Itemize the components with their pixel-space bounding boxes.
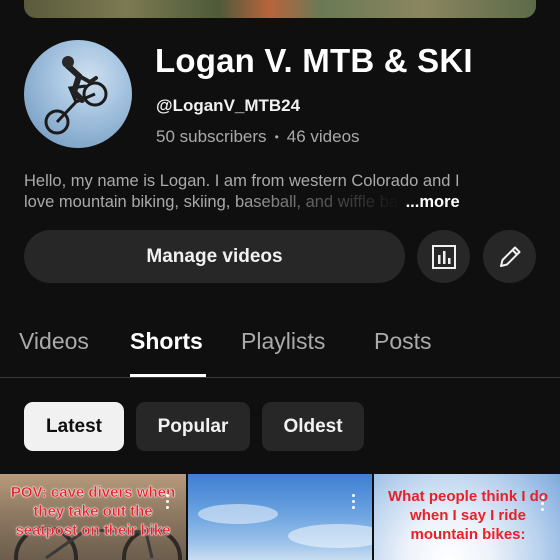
channel-stats: 50 subscribers • 46 videos [156,127,360,147]
short-thumbnail-3[interactable]: What people think I do when I say I ride… [374,474,560,560]
more-link[interactable]: ...more [406,192,460,213]
pencil-icon [499,246,520,267]
more-options-icon[interactable] [352,494,356,510]
more-options-icon[interactable] [166,494,170,510]
description-line-1: Hello, my name is Logan. I am from weste… [24,172,460,190]
analytics-button[interactable] [417,230,470,283]
edit-channel-button[interactable] [483,230,536,283]
description-line-2: love mountain biking, skiing, baseball, … [24,193,402,211]
active-tab-indicator [130,374,206,377]
tab-videos[interactable]: Videos [19,328,89,355]
short-thumbnail-1[interactable]: POV: cave divers when they take out the … [0,474,186,560]
channel-description[interactable]: Hello, my name is Logan. I am from weste… [24,171,544,213]
short-thumbnail-2[interactable] [188,474,372,560]
filter-latest[interactable]: Latest [24,402,124,451]
subscriber-count: 50 subscribers [156,127,267,146]
channel-tabs: Videos Shorts Playlists Posts [0,318,560,378]
bar-chart-icon [431,244,456,269]
filter-oldest[interactable]: Oldest [262,402,364,451]
tab-posts[interactable]: Posts [374,328,432,355]
channel-banner[interactable] [24,0,536,18]
channel-name: Logan V. MTB & SKI [155,42,473,79]
avatar-image [44,56,108,135]
video-count: 46 videos [286,127,360,146]
tab-shorts[interactable]: Shorts [130,328,203,355]
filter-popular[interactable]: Popular [136,402,250,451]
channel-handle: @LoganV_MTB24 [156,96,301,115]
landscape-image [198,504,372,548]
short-caption-3: What people think I do when I say I ride… [388,488,548,543]
separator-dot: • [274,130,279,144]
more-options-icon[interactable] [541,496,545,512]
manage-videos-button[interactable]: Manage videos [24,230,405,283]
short-caption-1: POV: cave divers when they take out the … [10,484,176,539]
avatar[interactable] [24,40,132,148]
tab-playlists[interactable]: Playlists [241,328,325,355]
